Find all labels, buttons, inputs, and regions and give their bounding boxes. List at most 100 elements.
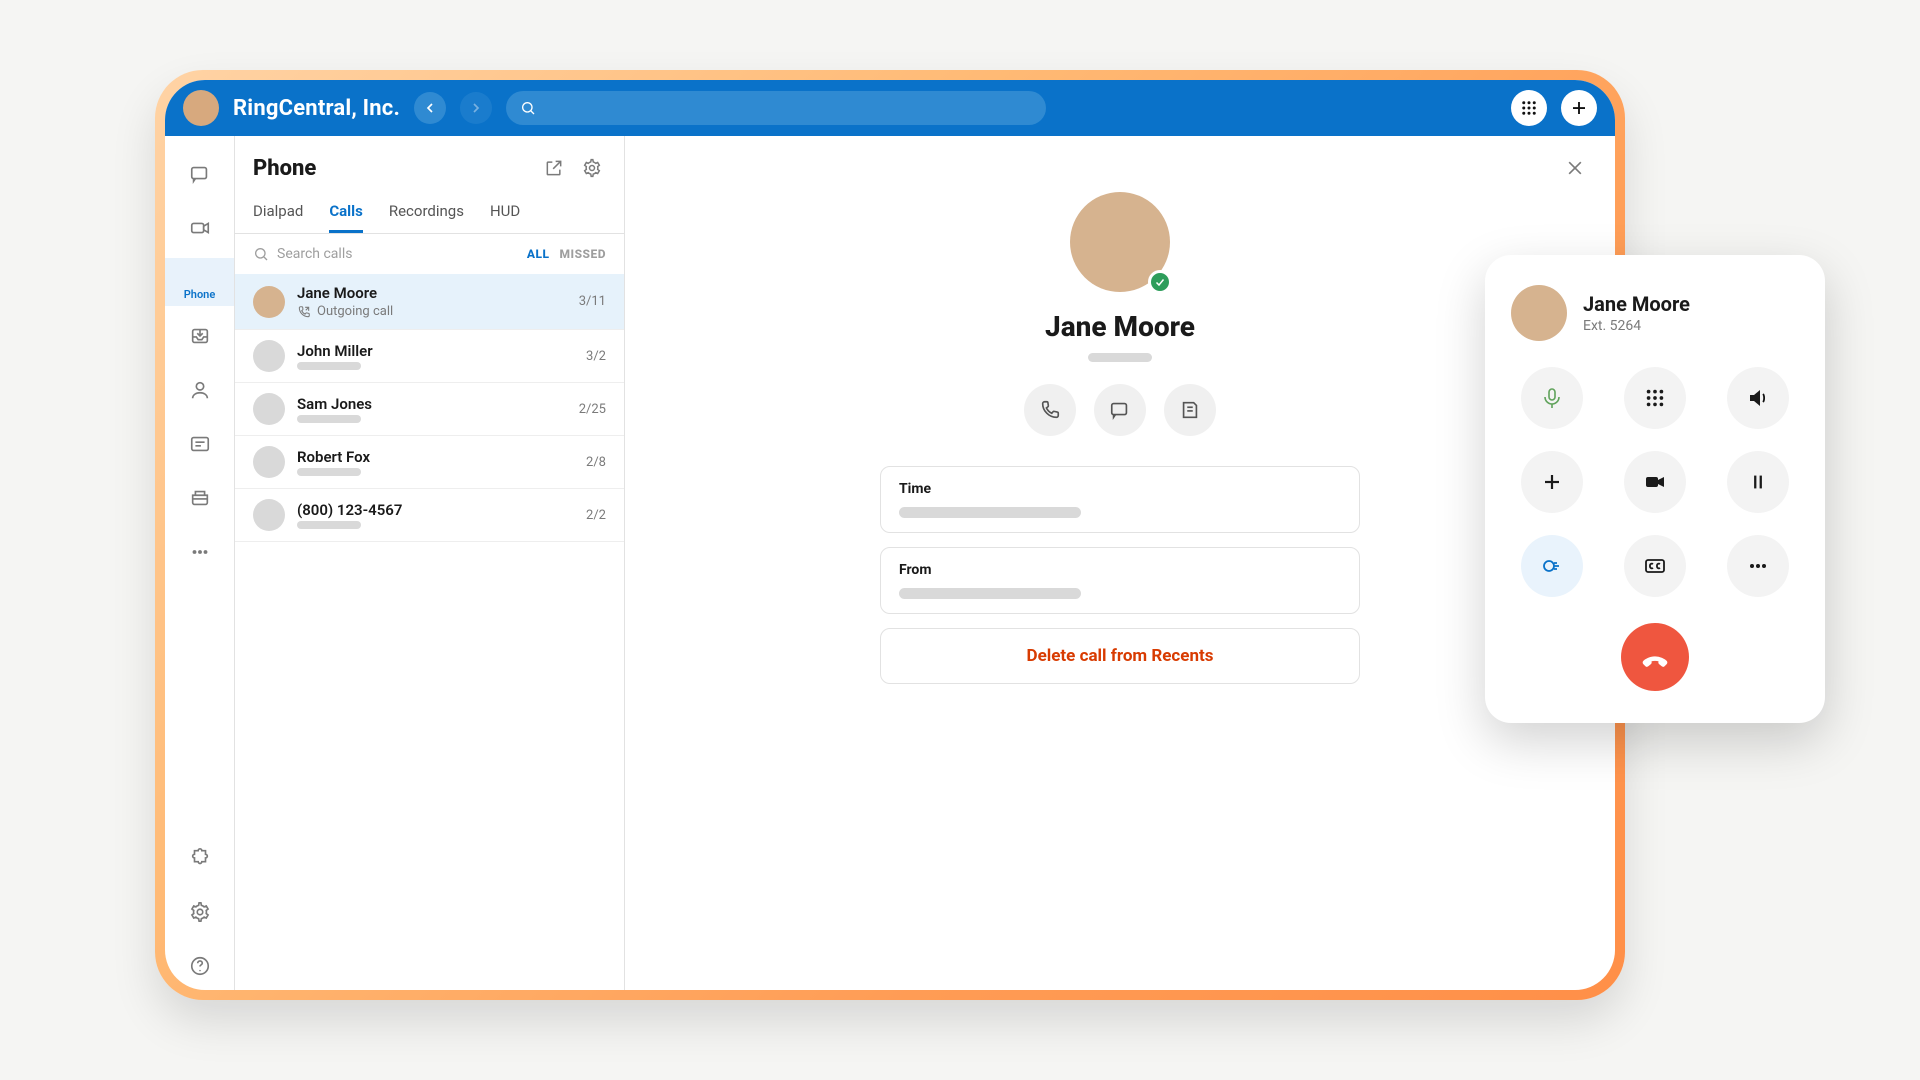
presence-badge	[1148, 270, 1172, 294]
avatar-self[interactable]	[183, 90, 219, 126]
dialpad-icon	[1520, 99, 1538, 117]
check-icon	[1154, 276, 1166, 288]
calls-row[interactable]: (800) 123-45672/2	[235, 489, 624, 542]
chat-icon	[1109, 399, 1131, 421]
calls-row[interactable]: Sam Jones2/25	[235, 383, 624, 436]
info-from-value-placeholder	[899, 588, 1081, 599]
fax-icon	[189, 487, 211, 509]
close-detail-button[interactable]	[1565, 158, 1585, 178]
message-button[interactable]	[1094, 384, 1146, 436]
popout-button[interactable]	[540, 154, 568, 182]
dialpad-button[interactable]	[1511, 90, 1547, 126]
call-row-subtitle	[297, 521, 574, 529]
text-icon	[189, 433, 211, 455]
call-row-name: (800) 123-4567	[297, 501, 574, 519]
call-row-subtitle: Outgoing call	[297, 304, 567, 319]
keypad-button[interactable]	[1624, 367, 1686, 429]
search-icon	[253, 246, 269, 262]
cc-captions-button[interactable]	[1624, 535, 1686, 597]
calls-list: Jane MooreOutgoing call3/11John Miller3/…	[235, 274, 624, 990]
outgoing-icon	[297, 305, 311, 319]
add-call-button[interactable]	[1521, 451, 1583, 513]
app-screen: RingCentral, Inc.	[165, 80, 1615, 990]
phone-icon	[189, 264, 211, 286]
rail-video[interactable]	[165, 204, 234, 252]
puzzle-icon	[189, 847, 211, 869]
rail-phone[interactable]: Phone	[165, 258, 234, 306]
hangup-button[interactable]	[1621, 623, 1689, 691]
help-icon	[189, 955, 211, 977]
callcard-extension: Ext. 5264	[1583, 318, 1690, 334]
panel-settings-button[interactable]	[578, 154, 606, 182]
callcard-more-button[interactable]	[1727, 535, 1789, 597]
call-detail: Jane Moore Time	[625, 136, 1615, 990]
cc-icon	[1643, 554, 1667, 578]
filter-all[interactable]: ALL	[527, 247, 550, 261]
note-button[interactable]	[1164, 384, 1216, 436]
contact-avatar	[1070, 192, 1170, 292]
rail-contacts[interactable]	[165, 366, 234, 414]
call-row-avatar	[253, 446, 285, 478]
record-button[interactable]	[1521, 535, 1583, 597]
tab-dialpad[interactable]: Dialpad	[253, 192, 303, 233]
calls-row[interactable]: Jane MooreOutgoing call3/11	[235, 274, 624, 330]
rail-settings[interactable]	[165, 888, 234, 936]
tab-calls[interactable]: Calls	[329, 192, 363, 233]
tab-recordings[interactable]: Recordings	[389, 192, 464, 233]
calls-search-input[interactable]: Search calls	[253, 246, 517, 262]
info-time: Time	[880, 466, 1360, 533]
contact-subtitle-placeholder	[1088, 353, 1152, 362]
plus-icon	[1540, 470, 1564, 494]
call-row-subtitle	[297, 468, 574, 476]
speaker-button[interactable]	[1727, 367, 1789, 429]
rail-messages[interactable]	[165, 150, 234, 198]
topbar: RingCentral, Inc.	[165, 80, 1615, 136]
calls-search-placeholder: Search calls	[277, 246, 352, 262]
rail-inbox[interactable]	[165, 312, 234, 360]
callcard-name: Jane Moore	[1583, 292, 1690, 316]
speaker-icon	[1746, 386, 1770, 410]
inbox-icon	[189, 325, 211, 347]
main-area: Phone	[165, 136, 1615, 990]
new-action-button[interactable]	[1561, 90, 1597, 126]
video-button[interactable]	[1624, 451, 1686, 513]
call-row-avatar	[253, 393, 285, 425]
delete-call-button[interactable]: Delete call from Recents	[880, 628, 1360, 684]
call-row-avatar	[253, 340, 285, 372]
hangup-icon	[1640, 642, 1670, 672]
call-row-avatar	[253, 499, 285, 531]
mute-button[interactable]	[1521, 367, 1583, 429]
popout-icon	[544, 158, 564, 178]
search-icon	[520, 100, 536, 116]
rail-help[interactable]	[165, 942, 234, 990]
panel-tabs: Dialpad Calls Recordings HUD	[235, 192, 624, 234]
call-row-subtitle	[297, 415, 567, 423]
active-call-card[interactable]: Jane Moore Ext. 5264	[1485, 255, 1825, 723]
device-frame: RingCentral, Inc.	[155, 70, 1625, 1000]
calls-row[interactable]: Robert Fox2/8	[235, 436, 624, 489]
hold-button[interactable]	[1727, 451, 1789, 513]
global-search-input[interactable]	[506, 91, 1046, 125]
calls-row[interactable]: John Miller3/2	[235, 330, 624, 383]
filter-missed[interactable]: MISSED	[560, 247, 607, 261]
contact-name: Jane Moore	[1045, 310, 1195, 343]
rail-apps[interactable]	[165, 834, 234, 882]
nav-rail: Phone	[165, 136, 235, 990]
callcard-avatar	[1511, 285, 1567, 341]
nav-back-button[interactable]	[414, 92, 446, 124]
call-row-date: 2/8	[586, 455, 606, 470]
tab-hud[interactable]: HUD	[490, 192, 520, 233]
call-row-date: 3/11	[579, 294, 606, 309]
rail-fax[interactable]	[165, 474, 234, 522]
info-from-label: From	[899, 562, 1341, 578]
more-icon	[1746, 554, 1770, 578]
rail-text[interactable]	[165, 420, 234, 468]
phone-panel: Phone Dialpad Calls Recordings HUD	[235, 136, 625, 990]
call-button[interactable]	[1024, 384, 1076, 436]
person-icon	[189, 379, 211, 401]
call-row-avatar	[253, 286, 285, 318]
call-row-date: 3/2	[586, 349, 606, 364]
gear-icon	[582, 158, 602, 178]
rail-more[interactable]	[165, 528, 234, 576]
record-icon	[1540, 554, 1564, 578]
